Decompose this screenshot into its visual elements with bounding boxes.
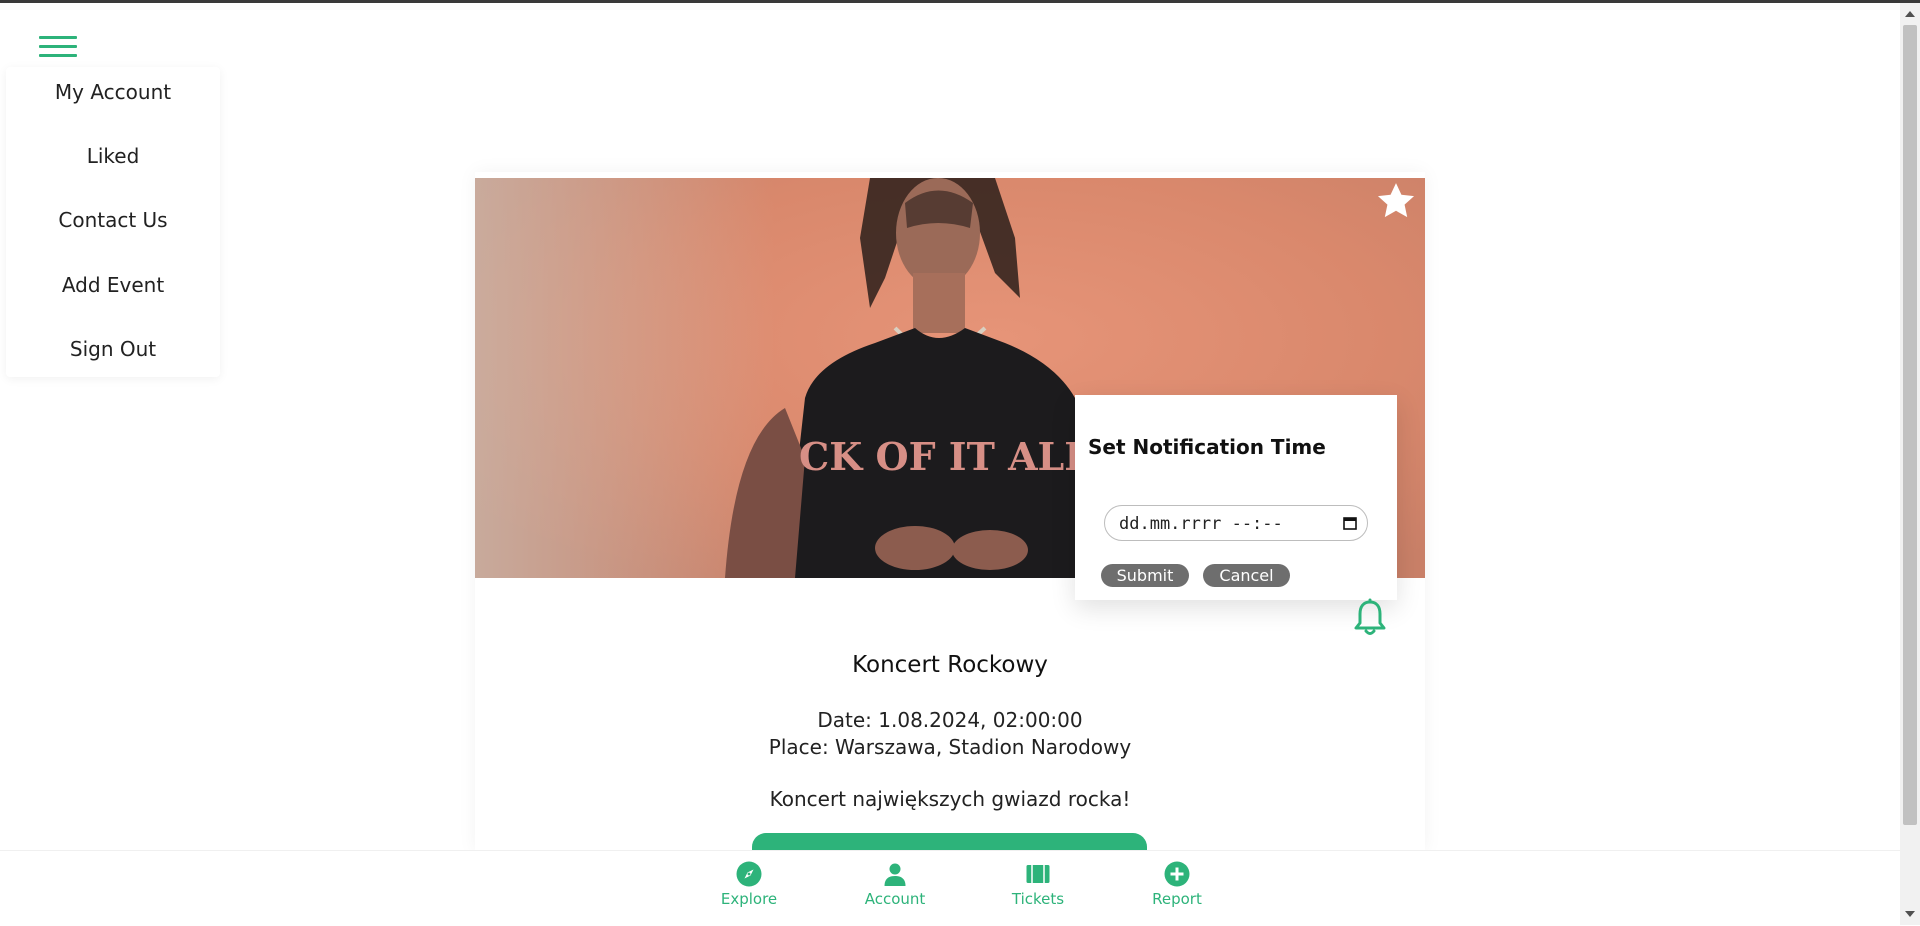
- vertical-scrollbar[interactable]: [1900, 3, 1920, 925]
- bell-icon[interactable]: [1352, 598, 1388, 638]
- shirt-print-text: CK OF IT ALL: [799, 434, 1091, 479]
- nav-tickets-label: Tickets: [1011, 890, 1065, 908]
- top-border: [0, 0, 1920, 3]
- menu-item-add-event[interactable]: Add Event: [6, 273, 220, 297]
- bottom-navigation: Explore Account Tickets Report: [0, 850, 1900, 926]
- nav-tickets[interactable]: Tickets: [988, 861, 1088, 908]
- submit-button[interactable]: Submit: [1101, 564, 1189, 587]
- event-place: Place: Warszawa, Stadion Narodowy: [768, 735, 1132, 759]
- menu-item-sign-out[interactable]: Sign Out: [6, 337, 220, 361]
- compass-icon: [736, 861, 762, 887]
- favorite-star-icon[interactable]: [1375, 180, 1417, 222]
- event-date: Date: 1.08.2024, 02:00:00: [817, 708, 1083, 732]
- side-menu: My Account Liked Contact Us Add Event Si…: [6, 67, 220, 377]
- nav-explore[interactable]: Explore: [699, 861, 799, 908]
- menu-item-my-account[interactable]: My Account: [6, 80, 220, 104]
- menu-item-contact-us[interactable]: Contact Us: [6, 208, 220, 232]
- ticket-icon: [1026, 865, 1050, 883]
- nav-report[interactable]: Report: [1127, 861, 1227, 908]
- scrollbar-thumb[interactable]: [1903, 25, 1917, 825]
- nav-account-label: Account: [864, 890, 926, 908]
- menu-item-liked[interactable]: Liked: [6, 144, 220, 168]
- calendar-icon[interactable]: [1343, 516, 1357, 530]
- event-title: Koncert Rockowy: [852, 652, 1048, 678]
- notification-datetime-input[interactable]: dd.mm.rrrr --:--: [1104, 505, 1368, 541]
- cancel-button[interactable]: Cancel: [1203, 564, 1290, 587]
- hamburger-line: [39, 45, 77, 48]
- hamburger-line: [39, 54, 77, 57]
- notification-time-dialog: Set Notification Time dd.mm.rrrr --:-- S…: [1075, 395, 1397, 600]
- scroll-down-arrow-icon[interactable]: [1905, 911, 1915, 917]
- event-description: Koncert największych gwiazd rocka!: [769, 787, 1131, 811]
- scroll-up-arrow-icon[interactable]: [1905, 11, 1915, 17]
- dialog-title: Set Notification Time: [1088, 435, 1326, 459]
- nav-explore-label: Explore: [720, 890, 778, 908]
- hamburger-menu-button[interactable]: [39, 35, 77, 61]
- hamburger-line: [39, 36, 77, 39]
- person-icon: [884, 863, 906, 886]
- nav-report-label: Report: [1152, 890, 1202, 908]
- plus-circle-icon: [1164, 861, 1190, 887]
- datetime-input-value: dd.mm.rrrr --:--: [1119, 514, 1283, 534]
- nav-account[interactable]: Account: [845, 861, 945, 908]
